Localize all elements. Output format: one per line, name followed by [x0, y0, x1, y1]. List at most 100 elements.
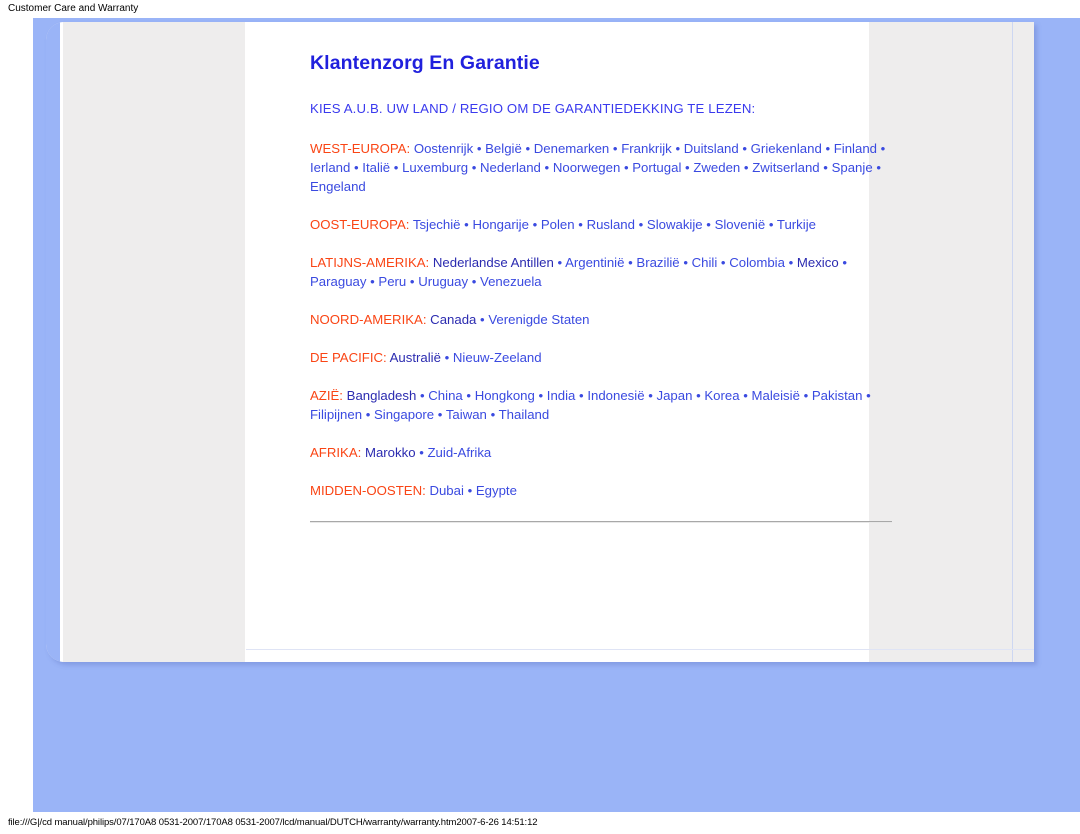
- country-link[interactable]: Turkije: [777, 217, 816, 232]
- separator-bullet: •: [739, 388, 752, 403]
- country-link[interactable]: Argentinië: [565, 255, 624, 270]
- separator-bullet: •: [416, 388, 429, 403]
- country-link[interactable]: Rusland: [587, 217, 635, 232]
- country-link[interactable]: India: [547, 388, 576, 403]
- country-link[interactable]: Spanje: [832, 160, 873, 175]
- separator-bullet: •: [575, 388, 588, 403]
- country-link[interactable]: Dubai: [429, 483, 463, 498]
- page-subtitle: KIES A.U.B. UW LAND / REGIO OM DE GARANT…: [310, 101, 756, 116]
- country-link[interactable]: Hongarije: [472, 217, 528, 232]
- region-block: AFRIKA: Marokko • Zuid-Afrika: [310, 443, 895, 462]
- separator-bullet: •: [644, 388, 657, 403]
- right-outer-edge-panel: [1012, 22, 1034, 662]
- separator-bullet: •: [486, 407, 499, 422]
- country-link[interactable]: Tsjechië: [413, 217, 461, 232]
- region-block: LATIJNS-AMERIKA: Nederlandse Antillen • …: [310, 253, 895, 291]
- region-block: DE PACIFIC: Australië • Nieuw-Zeeland: [310, 348, 895, 367]
- region-label: AZIË:: [310, 388, 343, 403]
- country-link[interactable]: Portugal: [632, 160, 681, 175]
- region-list: WEST-EUROPA: Oostenrijk • België • Denem…: [310, 139, 906, 500]
- country-link[interactable]: Brazilië: [636, 255, 679, 270]
- country-link[interactable]: Italië: [362, 160, 390, 175]
- separator-bullet: •: [838, 255, 847, 270]
- country-link[interactable]: Griekenland: [751, 141, 822, 156]
- separator-bullet: •: [540, 160, 553, 175]
- region-label: MIDDEN-OOSTEN:: [310, 483, 426, 498]
- country-link[interactable]: Ierland: [310, 160, 350, 175]
- separator-bullet: •: [463, 483, 476, 498]
- country-link[interactable]: Taiwan: [446, 407, 487, 422]
- country-link[interactable]: Slovenië: [715, 217, 766, 232]
- region-block: OOST-EUROPA: Tsjechië • Hongarije • Pole…: [310, 215, 895, 234]
- separator-bullet: •: [460, 217, 473, 232]
- separator-bullet: •: [473, 141, 486, 156]
- separator-bullet: •: [679, 255, 692, 270]
- country-link[interactable]: Australië: [390, 350, 441, 365]
- country-link[interactable]: Singapore: [374, 407, 434, 422]
- country-link[interactable]: Bangladesh: [347, 388, 417, 403]
- country-link[interactable]: Nieuw-Zeeland: [453, 350, 542, 365]
- separator-bullet: •: [362, 407, 374, 422]
- separator-bullet: •: [528, 217, 541, 232]
- country-link[interactable]: Pakistan: [812, 388, 863, 403]
- country-link[interactable]: China: [428, 388, 462, 403]
- separator-bullet: •: [440, 350, 453, 365]
- separator-bullet: •: [468, 160, 481, 175]
- country-link[interactable]: Korea: [704, 388, 739, 403]
- left-sidebar-panel: [63, 22, 246, 662]
- browser-window-title: Customer Care and Warranty: [0, 0, 1080, 18]
- separator-bullet: •: [521, 141, 534, 156]
- country-link[interactable]: Luxemburg: [402, 160, 468, 175]
- country-link[interactable]: Duitsland: [684, 141, 739, 156]
- country-link[interactable]: Frankrijk: [621, 141, 672, 156]
- country-link[interactable]: Hongkong: [475, 388, 535, 403]
- status-bar-path: file:///G|/cd manual/philips/07/170A8 05…: [0, 812, 1080, 834]
- country-link[interactable]: Indonesië: [587, 388, 644, 403]
- country-link[interactable]: Verenigde Staten: [488, 312, 589, 327]
- content-divider: [310, 521, 892, 523]
- country-link[interactable]: Nederland: [480, 160, 541, 175]
- country-link[interactable]: Noorwegen: [553, 160, 620, 175]
- separator-bullet: •: [692, 388, 705, 403]
- country-link[interactable]: Chili: [692, 255, 718, 270]
- country-link[interactable]: Nederlandse Antillen: [433, 255, 554, 270]
- separator-bullet: •: [609, 141, 622, 156]
- country-link[interactable]: Zuid-Afrika: [428, 445, 492, 460]
- region-block: AZIË: Bangladesh • China • Hongkong • In…: [310, 386, 895, 424]
- country-link[interactable]: Oostenrijk: [414, 141, 473, 156]
- country-link[interactable]: Thailand: [499, 407, 550, 422]
- separator-bullet: •: [574, 217, 587, 232]
- country-link[interactable]: Peru: [378, 274, 406, 289]
- country-link[interactable]: Zwitserland: [752, 160, 819, 175]
- country-link[interactable]: Egypte: [476, 483, 517, 498]
- country-link[interactable]: Canada: [430, 312, 476, 327]
- separator-bullet: •: [862, 388, 871, 403]
- country-link[interactable]: Filipijnen: [310, 407, 362, 422]
- country-link[interactable]: Maleisië: [752, 388, 800, 403]
- region-block: NOORD-AMERIKA: Canada • Verenigde Staten: [310, 310, 895, 329]
- country-link[interactable]: Finland: [834, 141, 877, 156]
- separator-bullet: •: [821, 141, 834, 156]
- country-link[interactable]: Venezuela: [480, 274, 542, 289]
- region-block: MIDDEN-OOSTEN: Dubai • Egypte: [310, 481, 895, 500]
- country-link[interactable]: Denemarken: [534, 141, 610, 156]
- separator-bullet: •: [406, 274, 419, 289]
- country-link[interactable]: Polen: [541, 217, 575, 232]
- country-link[interactable]: Slowakije: [647, 217, 703, 232]
- separator-bullet: •: [476, 312, 489, 327]
- separator-bullet: •: [671, 141, 684, 156]
- separator-bullet: •: [877, 141, 886, 156]
- card-accent-stripe: [46, 22, 60, 662]
- country-link[interactable]: Japan: [657, 388, 693, 403]
- country-link[interactable]: Marokko: [365, 445, 416, 460]
- country-link[interactable]: Paraguay: [310, 274, 366, 289]
- region-block: WEST-EUROPA: Oostenrijk • België • Denem…: [310, 139, 895, 196]
- country-link[interactable]: België: [485, 141, 522, 156]
- country-link[interactable]: Engeland: [310, 179, 366, 194]
- region-label: NOORD-AMERIKA:: [310, 312, 427, 327]
- page-title: Klantenzorg En Garantie: [310, 52, 540, 74]
- country-link[interactable]: Uruguay: [418, 274, 468, 289]
- country-link[interactable]: Mexico: [797, 255, 839, 270]
- country-link[interactable]: Zweden: [693, 160, 740, 175]
- country-link[interactable]: Colombia: [729, 255, 785, 270]
